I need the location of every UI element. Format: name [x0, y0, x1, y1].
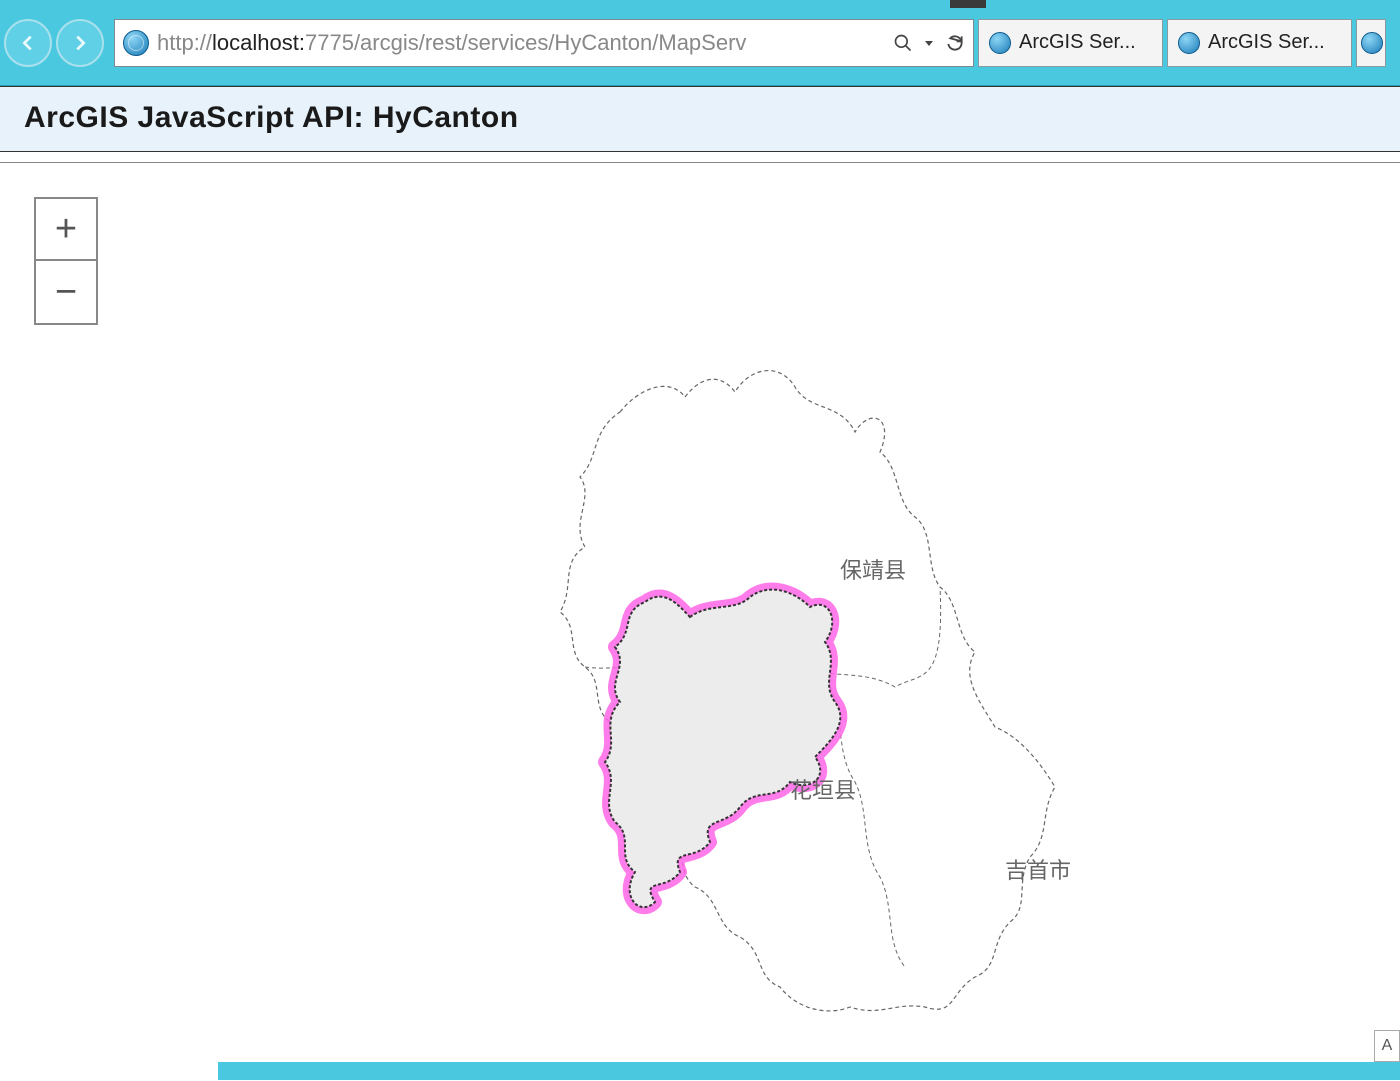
refresh-icon[interactable] — [945, 33, 965, 53]
address-controls — [893, 33, 965, 53]
page-title: ArcGIS JavaScript API: HyCanton — [24, 101, 1376, 135]
forward-button[interactable] — [56, 19, 104, 67]
page-header: ArcGIS JavaScript API: HyCanton — [0, 86, 1400, 152]
globe-icon — [1361, 32, 1383, 54]
active-tab-indicator — [950, 0, 986, 8]
url-text: http://localhost:7775/arcgis/rest/servic… — [157, 30, 885, 56]
globe-icon — [989, 32, 1011, 54]
url-host: localhost: — [212, 30, 305, 55]
arrow-left-icon — [17, 32, 39, 54]
arrow-right-icon — [69, 32, 91, 54]
tab-partial[interactable] — [1356, 19, 1386, 67]
map-viewport[interactable]: + − 保靖县 花垣县 吉首市 A — [0, 163, 1400, 1080]
huayuan-region[interactable] — [605, 590, 840, 908]
tab-label: ArcGIS Ser... — [1019, 31, 1136, 54]
url-rest: 7775/arcgis/rest/services/HyCanton/MapSe… — [305, 30, 746, 55]
site-globe-icon — [123, 30, 149, 56]
zoom-control: + − — [34, 197, 98, 325]
top-accent — [0, 0, 1400, 8]
search-icon[interactable] — [893, 33, 913, 53]
tab-label: ArcGIS Ser... — [1208, 31, 1325, 54]
zoom-out-button[interactable]: − — [36, 261, 96, 323]
globe-icon — [1178, 32, 1200, 54]
attribution-toggle[interactable]: A — [1374, 1030, 1400, 1062]
zoom-in-button[interactable]: + — [36, 199, 96, 261]
map-canvas[interactable] — [340, 317, 1060, 1017]
attribution-char: A — [1382, 1037, 1393, 1055]
url-prefix: http:// — [157, 30, 212, 55]
tab-arcgis-2[interactable]: ArcGIS Ser... — [1167, 19, 1352, 67]
tab-arcgis-1[interactable]: ArcGIS Ser... — [978, 19, 1163, 67]
dropdown-icon[interactable] — [923, 37, 935, 49]
browser-toolbar: http://localhost:7775/arcgis/rest/servic… — [0, 0, 1400, 86]
back-button[interactable] — [4, 19, 52, 67]
address-bar[interactable]: http://localhost:7775/arcgis/rest/servic… — [114, 19, 974, 67]
status-bar — [218, 1062, 1400, 1080]
